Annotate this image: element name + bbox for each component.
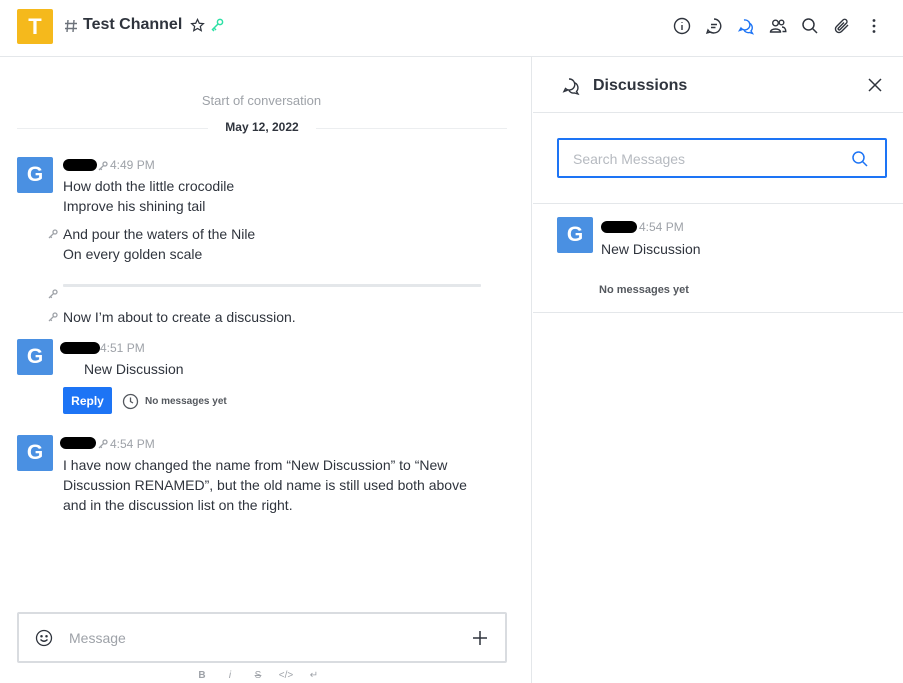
user-avatar[interactable]: G: [17, 435, 53, 471]
e2e-key-icon: [211, 18, 224, 32]
search-box: [557, 138, 887, 178]
panel-header: Discussions: [533, 57, 903, 113]
redacted-username: [60, 437, 96, 449]
discussion-name[interactable]: New Discussion: [84, 359, 184, 379]
message-line: Discussion RENAMED”, but the old name is…: [63, 477, 467, 493]
redacted-username: [63, 159, 97, 171]
discussion-status: No messages yet: [145, 396, 227, 407]
message-line: I have now changed the name from “New Di…: [63, 457, 448, 473]
kebab-menu-button[interactable]: [864, 16, 884, 36]
message-line: and in the discussion list on the right.: [63, 497, 293, 513]
redacted-username: [60, 342, 100, 354]
star-icon[interactable]: [190, 18, 205, 33]
room-info-button[interactable]: [672, 16, 692, 36]
message-composer: [17, 612, 507, 663]
horizontal-rule: [63, 284, 481, 287]
bold-button[interactable]: B: [195, 669, 209, 681]
discussions-panel: Discussions G 4:54 PM New Discussion No …: [533, 57, 903, 683]
message-line: And pour the waters of the Nile: [63, 226, 256, 242]
message-list: Start of conversation May 12, 2022 G 4:4…: [0, 57, 532, 683]
user-avatar[interactable]: G: [17, 339, 53, 375]
channel-hash-icon: [65, 19, 77, 33]
divider: [533, 203, 903, 204]
members-button[interactable]: [768, 16, 788, 36]
room-header: T Test Channel: [0, 0, 903, 57]
panel-title: Discussions: [593, 77, 688, 94]
message-line: On every golden scale: [63, 246, 203, 262]
clock-icon: [122, 393, 139, 410]
close-icon[interactable]: [867, 77, 883, 93]
date-label: May 12, 2022: [208, 120, 316, 134]
key-icon: [48, 312, 58, 322]
message-input[interactable]: [69, 628, 449, 648]
message-time[interactable]: 4:54 PM: [110, 437, 155, 451]
emoji-icon[interactable]: [35, 629, 53, 647]
channel-avatar: T: [17, 9, 53, 44]
key-icon: [48, 289, 58, 299]
user-avatar[interactable]: G: [557, 217, 593, 253]
strike-button[interactable]: S: [251, 669, 265, 681]
files-button[interactable]: [832, 16, 852, 36]
message-line: How doth the little crocodile: [63, 178, 235, 194]
members-icon: [769, 19, 787, 33]
redacted-username: [601, 221, 637, 233]
message-line: Improve his shining tail: [63, 198, 206, 214]
room-toolbar: [672, 16, 884, 36]
divider: [533, 312, 903, 313]
key-icon: [48, 229, 58, 239]
discussion-name[interactable]: New Discussion: [601, 239, 701, 259]
info-icon: [673, 17, 691, 35]
attachment-icon: [834, 18, 849, 34]
date-divider: May 12, 2022: [17, 120, 507, 134]
key-icon: [98, 161, 108, 171]
kebab-menu-icon: [872, 19, 876, 33]
message-time[interactable]: 4:51 PM: [100, 341, 145, 355]
user-avatar[interactable]: G: [17, 157, 53, 193]
search-messages-input[interactable]: [573, 150, 843, 168]
key-icon: [98, 439, 108, 449]
search-messages-button[interactable]: [800, 16, 820, 36]
plus-icon[interactable]: [471, 629, 489, 647]
message-time: 4:54 PM: [639, 220, 684, 234]
italic-button[interactable]: i: [223, 669, 237, 681]
discussion-status: No messages yet: [599, 284, 689, 296]
discussions-button[interactable]: [736, 16, 756, 36]
start-of-conversation: Start of conversation: [201, 93, 322, 108]
threads-button[interactable]: [704, 16, 724, 36]
message-time[interactable]: 4:49 PM: [110, 158, 155, 172]
discussions-icon: [737, 19, 755, 35]
code-button[interactable]: </>: [279, 669, 293, 681]
channel-title[interactable]: Test Channel: [83, 16, 182, 34]
formatting-toolbar: B i S </> ↵: [195, 669, 321, 681]
threads-icon: [705, 18, 722, 35]
message-line: Now I’m about to create a discussion.: [63, 309, 296, 325]
discussions-icon: [562, 78, 580, 96]
search-icon[interactable]: [851, 150, 869, 168]
reply-button[interactable]: Reply: [63, 387, 112, 414]
multiline-button[interactable]: ↵: [307, 669, 321, 681]
search-icon: [802, 18, 818, 34]
